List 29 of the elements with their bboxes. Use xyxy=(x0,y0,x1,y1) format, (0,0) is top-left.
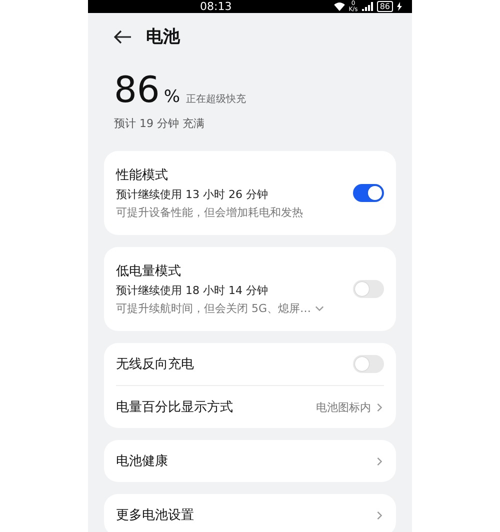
setting-description: 可提升设备性能，但会增加耗电和发热 xyxy=(116,205,304,220)
battery-level: 86 xyxy=(376,1,393,12)
toggle-switch[interactable] xyxy=(353,184,384,202)
charge-estimate: 预计 19 分钟 充满 xyxy=(114,116,206,131)
setting-value: 电池图标内 xyxy=(316,400,371,414)
usage-estimate: 预计继续使用 13 小时 26 分钟 xyxy=(116,187,269,202)
setting-label: 性能模式 xyxy=(116,167,169,184)
back-arrow-icon[interactable] xyxy=(114,30,132,44)
chevron-right-icon[interactable] xyxy=(375,510,384,520)
status-time: 08:13 xyxy=(200,0,232,13)
toggle-switch[interactable] xyxy=(353,280,384,298)
usage-estimate: 预计继续使用 18 小时 14 分钟 xyxy=(116,283,269,298)
percent-unit: % xyxy=(164,87,180,107)
battery-percent: 86 xyxy=(114,72,160,110)
setting-description: 可提升续航时间，但会关闭 5G、熄屏… xyxy=(116,301,312,316)
setting-label: 电池健康 xyxy=(116,453,169,470)
chevron-right-icon[interactable] xyxy=(375,402,384,412)
wifi-icon xyxy=(334,2,345,11)
toggle-switch[interactable] xyxy=(353,355,384,373)
chevron-right-icon[interactable] xyxy=(375,456,384,466)
chevron-down-icon[interactable] xyxy=(315,304,324,313)
charging-status: 正在超级快充 xyxy=(186,92,246,106)
page-title: 电池 xyxy=(146,26,180,48)
setting-label: 低电量模式 xyxy=(116,263,182,280)
charging-icon xyxy=(397,2,402,11)
setting-label: 更多电池设置 xyxy=(116,507,195,524)
setting-label: 电量百分比显示方式 xyxy=(116,399,234,416)
signal-icon xyxy=(362,2,373,11)
setting-label: 无线反向充电 xyxy=(116,356,195,373)
